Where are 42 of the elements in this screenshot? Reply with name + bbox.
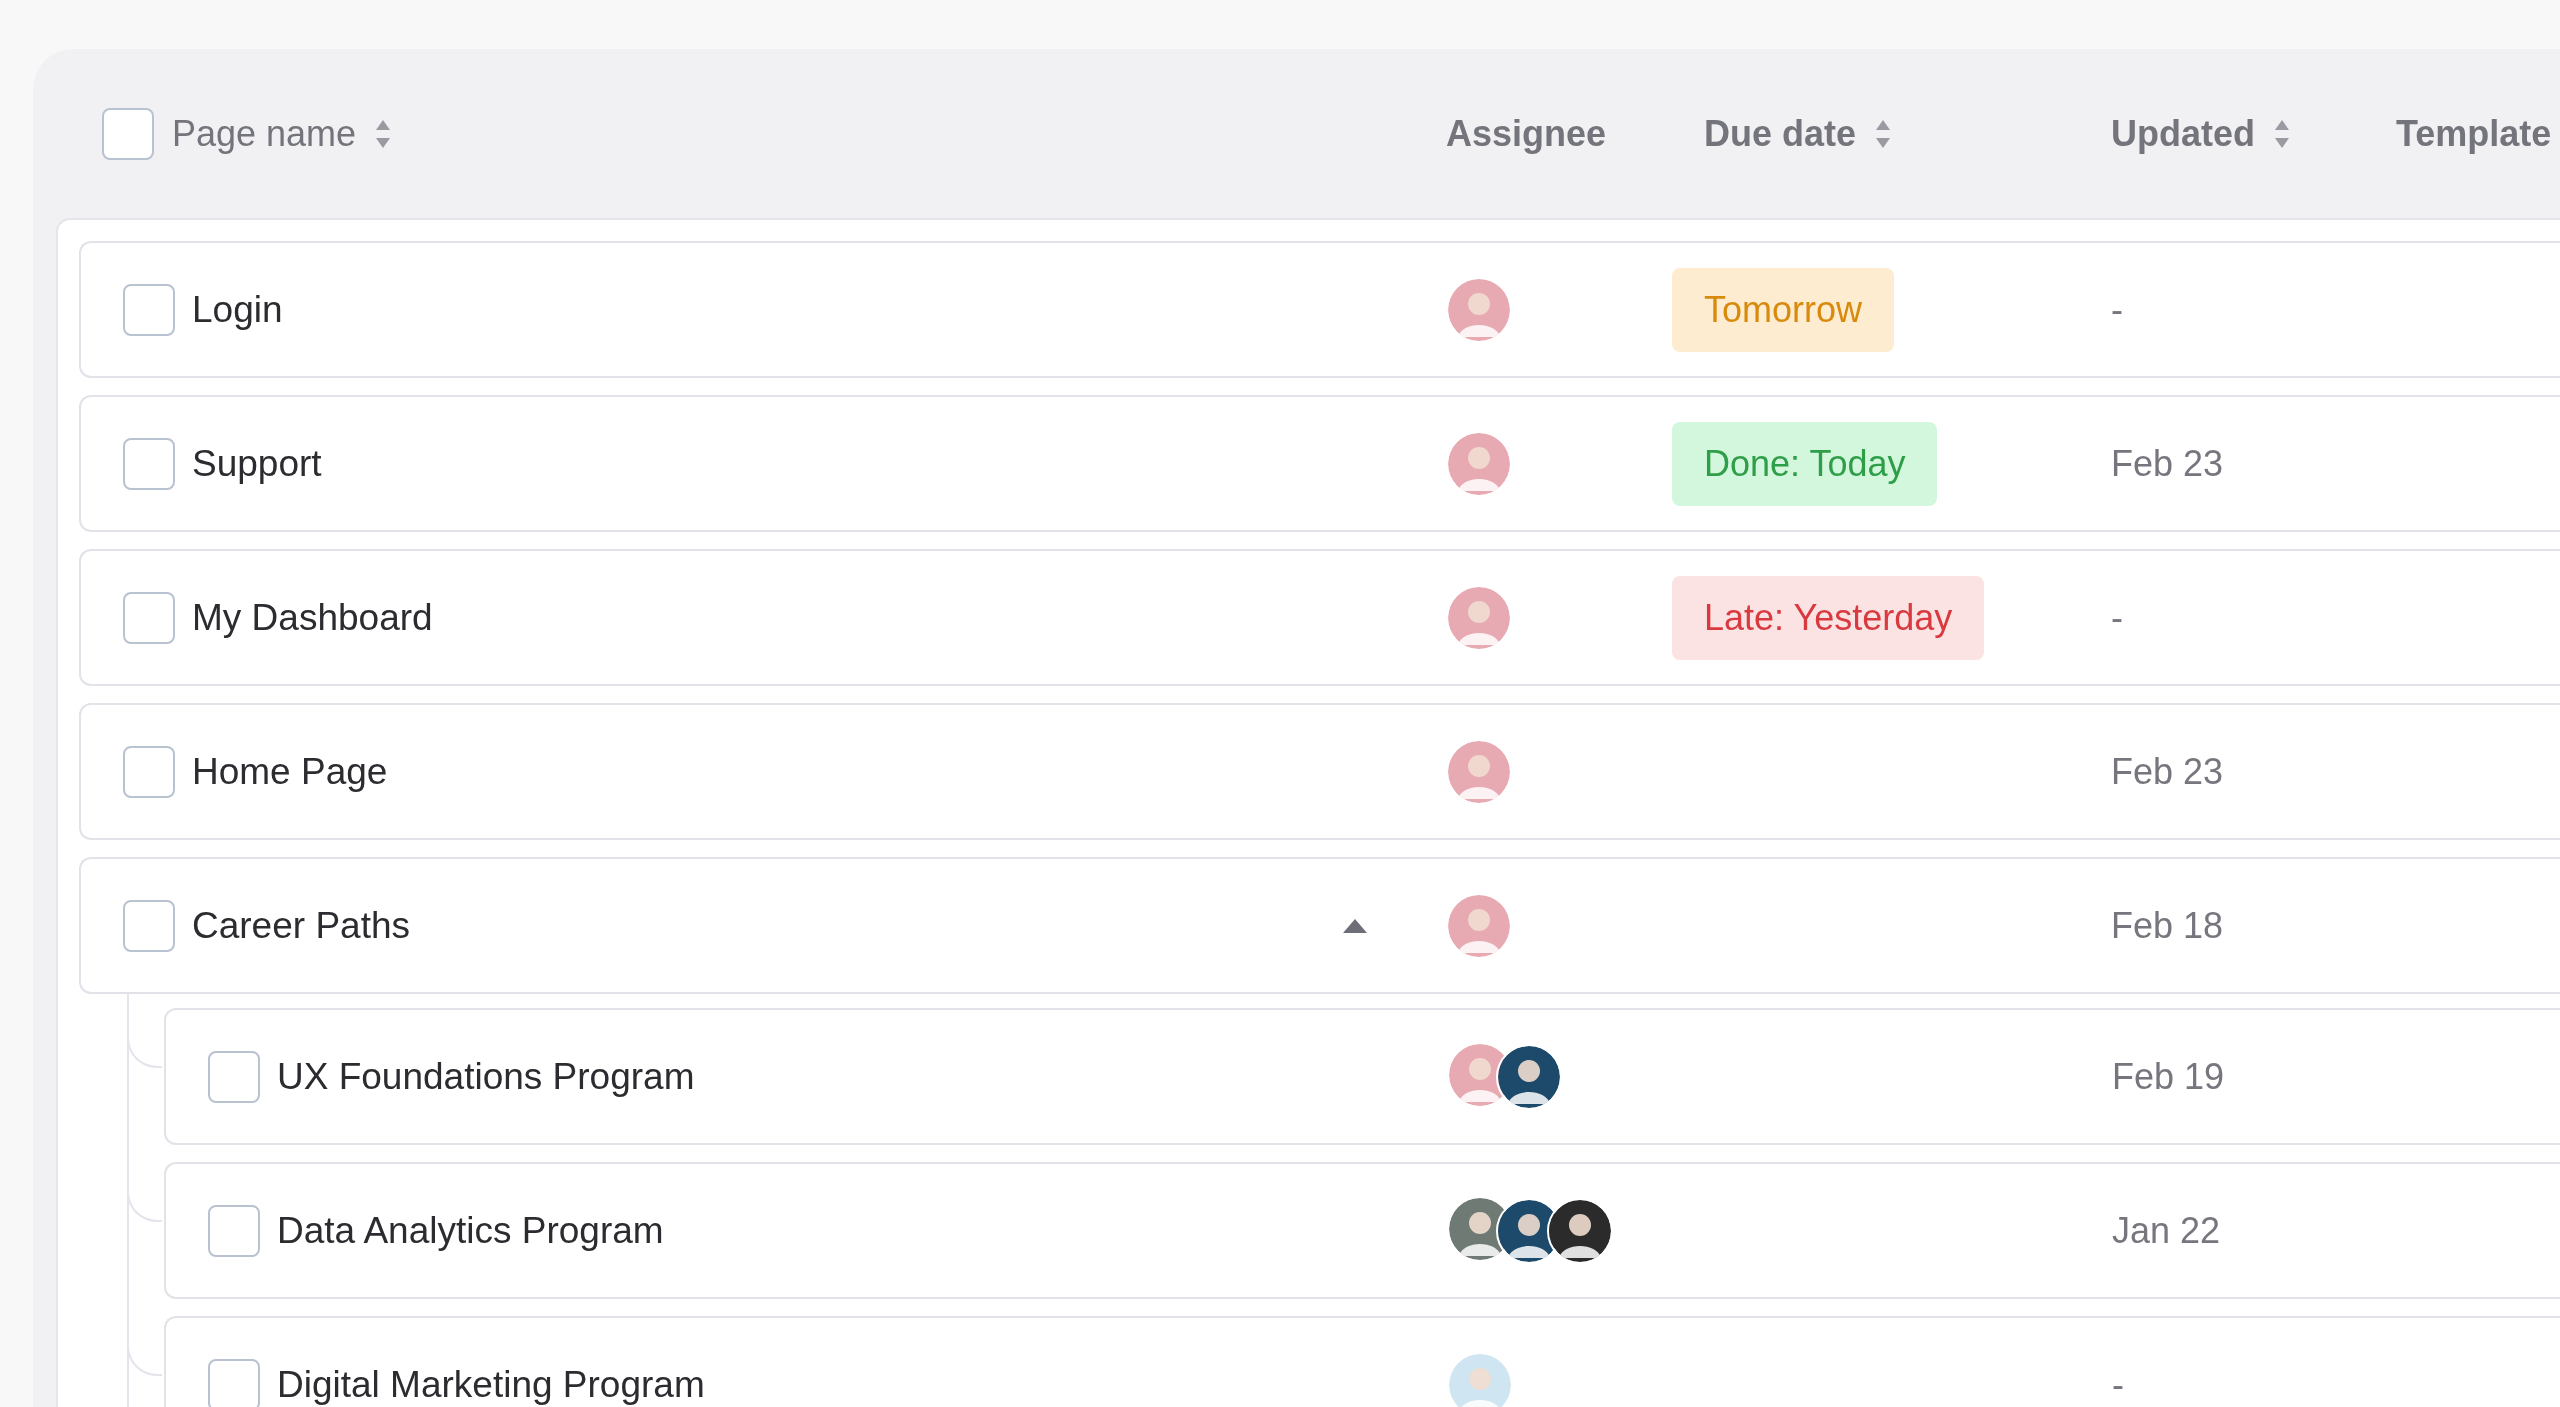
table-row[interactable]: Login Tomorrow - bbox=[79, 241, 2560, 378]
caret-icon[interactable] bbox=[1342, 917, 1368, 934]
updated-date: Feb 23 bbox=[2111, 442, 2224, 485]
page-name: Digital Marketing Program bbox=[277, 1363, 705, 1406]
column-header[interactable]: Page name bbox=[172, 112, 393, 155]
due-date-badge: Done: Today bbox=[1672, 421, 1938, 506]
due-date-badge: Tomorrow bbox=[1672, 267, 1895, 352]
column-header[interactable]: Due date bbox=[1704, 112, 1893, 155]
checkbox[interactable] bbox=[123, 437, 175, 490]
page-name: Home Page bbox=[192, 750, 388, 793]
page-name: Support bbox=[192, 442, 322, 485]
column-header[interactable]: Assignee bbox=[1446, 112, 1607, 155]
table-row[interactable]: UX Foundations Program Feb 19 bbox=[164, 1008, 2560, 1145]
page-name: Career Paths bbox=[192, 904, 410, 947]
column-header[interactable]: Template bbox=[2396, 112, 2552, 155]
page-name: UX Foundations Program bbox=[277, 1055, 695, 1098]
updated-date: Feb 23 bbox=[2111, 750, 2224, 793]
table-row[interactable]: Digital Marketing Program - bbox=[164, 1316, 2560, 1407]
select-all-checkbox[interactable] bbox=[102, 107, 154, 160]
page-name: My Dashboard bbox=[192, 596, 433, 639]
checkbox[interactable] bbox=[208, 1050, 260, 1103]
checkbox[interactable] bbox=[208, 1358, 260, 1407]
updated-date: Feb 18 bbox=[2111, 904, 2224, 947]
table-row[interactable]: Home Page Feb 23 bbox=[79, 703, 2560, 840]
updated-date: - bbox=[2111, 596, 2123, 639]
due-date-badge: Late: Yesterday bbox=[1672, 575, 1985, 660]
updated-date: - bbox=[2112, 1363, 2124, 1406]
checkbox[interactable] bbox=[123, 283, 175, 336]
updated-date: - bbox=[2111, 288, 2123, 331]
checkbox[interactable] bbox=[208, 1204, 260, 1257]
page-name: Login bbox=[192, 288, 283, 331]
table-row[interactable]: Data Analytics Program Jan 22 bbox=[164, 1162, 2560, 1299]
checkbox[interactable] bbox=[123, 899, 175, 952]
table-row[interactable]: My Dashboard Late: Yesterday - bbox=[79, 549, 2560, 686]
column-header[interactable]: Updated bbox=[2111, 112, 2291, 155]
updated-date: Feb 19 bbox=[2112, 1055, 2225, 1098]
checkbox[interactable] bbox=[123, 745, 175, 798]
updated-date: Jan 22 bbox=[2112, 1209, 2221, 1252]
checkbox[interactable] bbox=[123, 591, 175, 644]
table-row[interactable]: Career Paths Feb 18 bbox=[79, 857, 2560, 994]
page-name: Data Analytics Program bbox=[277, 1209, 664, 1252]
table-row[interactable]: Support Done: Today Feb 23 bbox=[79, 395, 2560, 532]
